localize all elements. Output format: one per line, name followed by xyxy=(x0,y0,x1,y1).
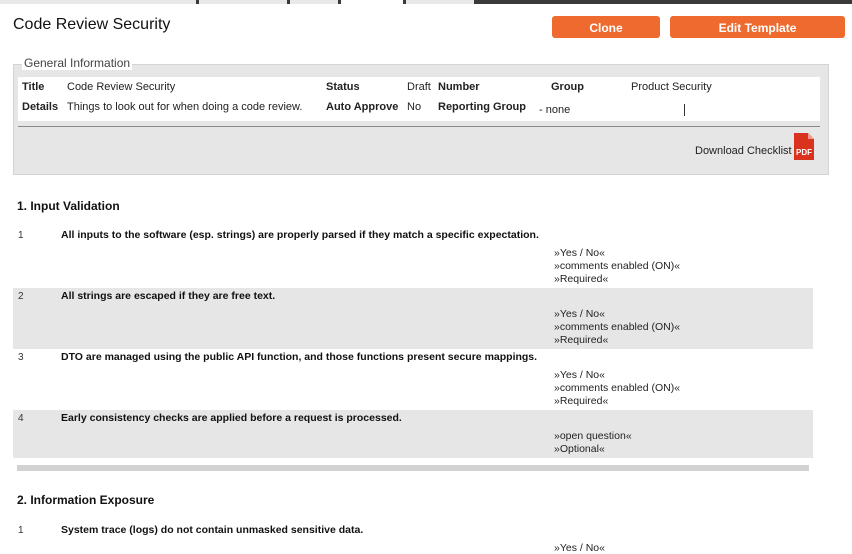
general-information-table: Title Code Review Security Status Draft … xyxy=(18,77,820,121)
checklist-item: 4 Early consistency checks are applied b… xyxy=(13,410,813,458)
checklist-item: 2 All strings are escaped if they are fr… xyxy=(13,288,813,349)
item-option: »Required« xyxy=(554,395,609,407)
item-question: All strings are escaped if they are free… xyxy=(61,290,276,302)
item-question: System trace (logs) do not contain unmas… xyxy=(61,524,364,536)
item-number: 1 xyxy=(18,525,24,536)
page-title: Code Review Security xyxy=(13,16,171,33)
item-question: All inputs to the software (esp. strings… xyxy=(61,229,539,241)
item-option: »Yes / No« xyxy=(554,247,605,259)
item-option: »Yes / No« xyxy=(554,308,605,320)
item-option: »Required« xyxy=(554,273,609,285)
item-option: »Yes / No« xyxy=(554,369,605,381)
details-label: Details xyxy=(22,101,59,113)
svg-text:PDF: PDF xyxy=(796,148,812,157)
item-number: 1 xyxy=(18,230,24,241)
item-option: »Optional« xyxy=(554,443,605,455)
title-value: Code Review Security xyxy=(67,81,176,93)
auto-approve-label: Auto Approve xyxy=(326,101,399,113)
general-information-legend: General Information xyxy=(22,56,133,70)
text-cursor xyxy=(684,104,685,116)
title-label: Title xyxy=(22,81,45,93)
item-option: »comments enabled (ON)« xyxy=(554,321,681,333)
item-option: »comments enabled (ON)« xyxy=(554,382,681,394)
edit-template-button[interactable]: Edit Template xyxy=(670,16,845,38)
info-separator xyxy=(18,126,820,127)
auto-approve-value: No xyxy=(407,101,422,113)
tab-strip-segment[interactable] xyxy=(406,0,474,4)
details-value: Things to look out for when doing a code… xyxy=(67,101,303,113)
group-label: Group xyxy=(551,81,584,93)
checklist-item: 1 All inputs to the software (esp. strin… xyxy=(13,227,813,287)
status-value: Draft xyxy=(407,81,431,93)
reporting-group-label: Reporting Group xyxy=(438,101,526,113)
item-question: DTO are managed using the public API fun… xyxy=(61,351,538,363)
tab-strip-segment[interactable] xyxy=(199,0,287,4)
pdf-icon[interactable]: PDF xyxy=(793,132,815,161)
section-title: 2. Information Exposure xyxy=(17,493,155,507)
section-title: 1. Input Validation xyxy=(17,199,120,213)
item-option: »open question« xyxy=(554,430,632,442)
number-label: Number xyxy=(438,81,480,93)
clone-button[interactable]: Clone xyxy=(552,16,660,38)
group-value: Product Security xyxy=(631,81,712,93)
item-question: Early consistency checks are applied bef… xyxy=(61,412,402,424)
item-option: »Required« xyxy=(554,334,609,346)
tab-strip-segment[interactable] xyxy=(0,0,196,4)
top-tab-strip xyxy=(0,0,852,4)
item-number: 2 xyxy=(18,291,24,302)
checklist-item: 1 System trace (logs) do not contain unm… xyxy=(13,522,813,554)
section-divider xyxy=(17,465,809,471)
checklist-item: 3 DTO are managed using the public API f… xyxy=(13,349,813,409)
reporting-group-value: - none xyxy=(539,104,571,116)
item-number: 3 xyxy=(18,352,24,363)
tab-strip-segment-active[interactable] xyxy=(341,0,403,4)
status-label: Status xyxy=(326,81,360,93)
item-option: »Yes / No« xyxy=(554,542,605,554)
item-option: »comments enabled (ON)« xyxy=(554,260,681,272)
download-checklist-link[interactable]: Download Checklist xyxy=(695,145,792,157)
item-number: 4 xyxy=(18,413,24,424)
tab-strip-segment[interactable] xyxy=(290,0,338,4)
